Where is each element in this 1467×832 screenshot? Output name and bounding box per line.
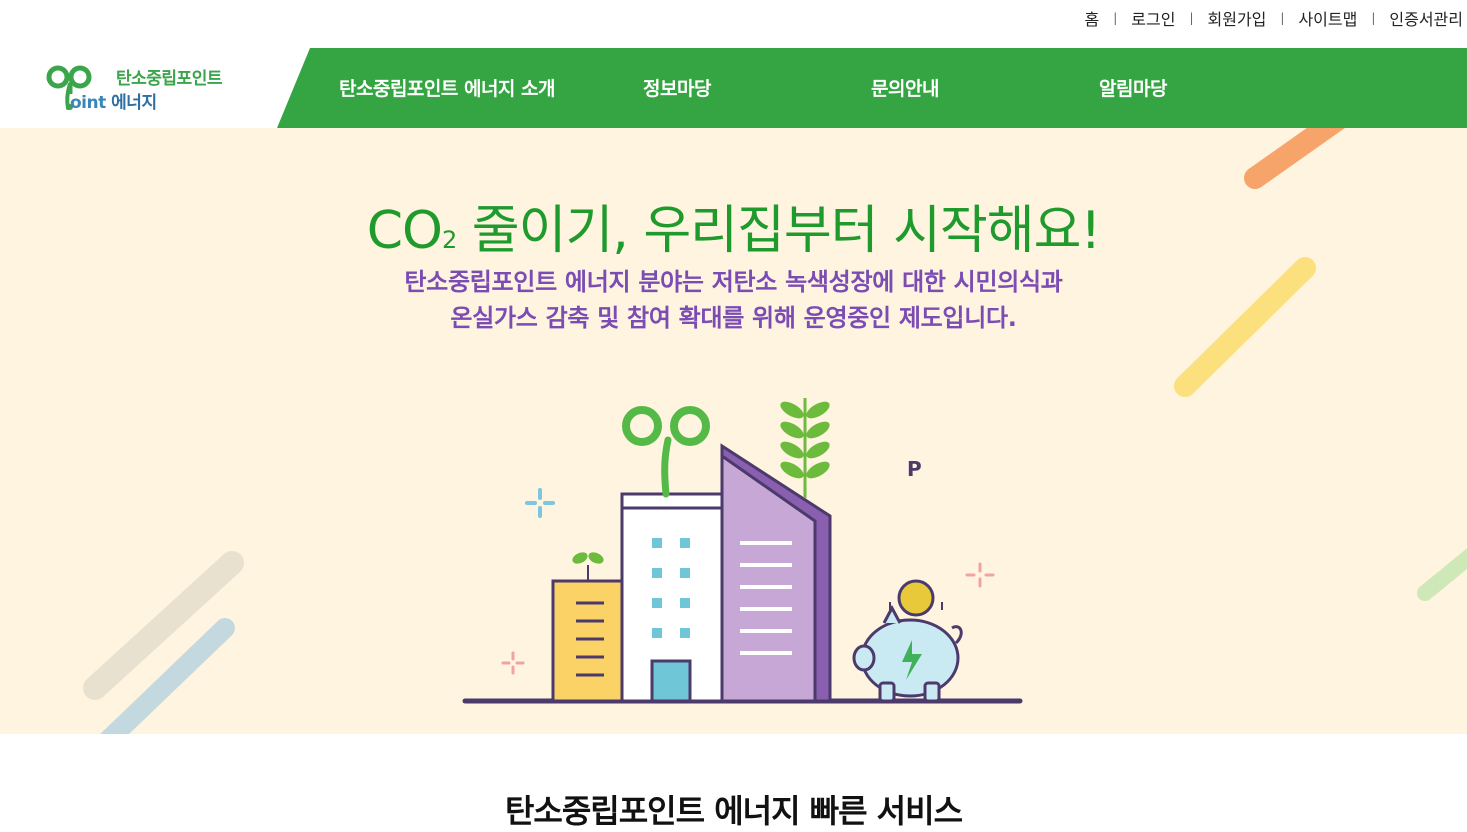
hero-description-line2: 온실가스 감축 및 참여 확대를 위해 운영중인 제도입니다. [450,304,1017,332]
stripe-orange [1244,128,1345,189]
hero-title: CO2 줄이기, 우리집부터 시작해요! [0,188,1467,263]
hero-title-rest: 줄이기, 우리집부터 시작해요! [456,201,1102,261]
building-white [620,406,724,703]
building-yellow [551,552,625,703]
sitemap-link[interactable]: 사이트맵 [1298,6,1357,30]
coin-letter: P [907,457,922,481]
stripe-beige [83,551,244,700]
sparkle-blue-icon [525,488,555,518]
separator: | [1371,11,1376,25]
separator: | [1113,11,1118,25]
building-purple [720,398,832,703]
hero-banner: P CO2 줄이기, 우리집부터 시작해요! 탄소중립포인트 에너지 분야는 저… [0,128,1467,734]
hero-description: 탄소중립포인트 에너지 분야는 저탄소 녹색성장에 대한 시민의식과 온실가스 … [0,264,1467,336]
certificate-management-link[interactable]: 인증서관리 [1389,6,1463,30]
nav-item-inquiry[interactable]: 문의안내 [871,74,939,101]
utility-links: 홈 | 로그인 | 회원가입 | 사이트맵 | 인증서관리 [1085,6,1463,30]
hero-description-line1: 탄소중립포인트 에너지 분야는 저탄소 녹색성장에 대한 시민의식과 [404,268,1063,296]
utility-bar: 홈 | 로그인 | 회원가입 | 사이트맵 | 인증서관리 [0,0,1467,48]
main-header: 탄소중립포인트 oint 에너지 탄소중립포인트 에너지 소개 정보마당 문의안… [0,48,1467,128]
global-navigation: 탄소중립포인트 에너지 소개 정보마당 문의안내 알림마당 [0,48,1467,128]
piggy-bank-icon [852,602,963,703]
separator: | [1189,11,1194,25]
nav-item-notice[interactable]: 알림마당 [1099,74,1167,101]
hero-title-co: CO [366,201,443,261]
separator: | [1280,11,1285,25]
hero-title-subscript: 2 [441,226,457,254]
login-link[interactable]: 로그인 [1131,6,1175,30]
coin-icon [897,579,935,617]
nav-item-intro[interactable]: 탄소중립포인트 에너지 소개 [339,74,556,101]
nav-item-info[interactable]: 정보마당 [643,74,711,101]
signup-link[interactable]: 회원가입 [1208,6,1267,30]
stripe-light-green [1417,548,1467,601]
quick-service-title: 탄소중립포인트 에너지 빠른 서비스 [504,792,963,830]
home-link[interactable]: 홈 [1085,6,1100,30]
